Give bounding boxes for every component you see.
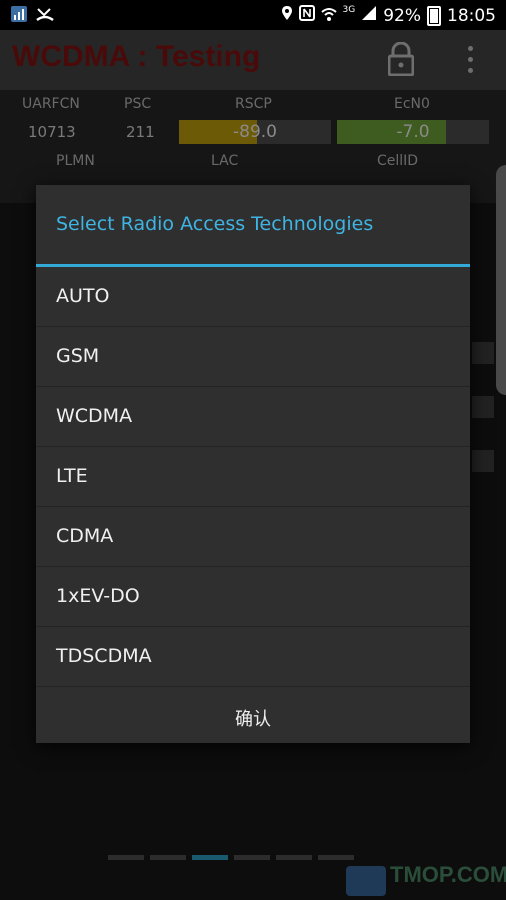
option-wcdma[interactable]: WCDMA [36,387,470,447]
option-label: GSM [56,345,100,367]
psc-value: 211 [126,123,155,141]
network-type: 3G [342,4,356,15]
side-control [472,396,494,418]
confirm-label: 确认 [235,709,271,730]
rscp-bar: -89.0 [179,120,331,144]
option-label: 1xEV-DO [56,585,140,607]
plmn-header: PLMN [56,153,95,169]
ecn0-bar: -7.0 [337,120,489,144]
rat-select-dialog: Select Radio Access Technologies AUTO GS… [36,185,470,743]
option-label: AUTO [56,285,110,307]
app-notification-icon [10,5,28,23]
option-label: TDSCDMA [56,645,152,667]
page-indicator [276,855,312,860]
uarfcn-value: 10713 [28,123,76,141]
psc-header: PSC [124,96,152,112]
rat-options-list: AUTO GSM WCDMA LTE CDMA 1xEV-DO TDSCDMA [36,267,470,687]
page-indicator [234,855,270,860]
dialog-title: Select Radio Access Technologies [56,213,374,235]
battery-percent: 92% [383,5,421,26]
page-indicator [150,855,186,860]
more-options-icon[interactable] [468,46,474,79]
location-icon [281,5,293,26]
lock-icon[interactable] [387,41,415,77]
confirm-button[interactable]: 确认 [36,687,470,743]
page-indicator [108,855,144,860]
cellid-header: CellID [377,153,419,169]
option-label: LTE [56,465,88,487]
uarfcn-header: UARFCN [22,96,80,112]
battery-icon [427,5,441,26]
watermark: TMOP.COM [390,862,506,887]
missed-call-icon [36,5,54,23]
watermark-logo-icon [346,866,386,896]
option-1xev-do[interactable]: 1xEV-DO [36,567,470,627]
option-tdscdma[interactable]: TDSCDMA [36,627,470,687]
status-bar: 3G 92% 18:05 [0,0,506,30]
rscp-value: -89.0 [233,122,277,142]
app-bar: WCDMA : Testing [0,30,506,90]
ecn0-header: EcN0 [394,96,430,112]
page-indicator-active [192,855,228,860]
option-label: CDMA [56,525,114,547]
side-control [472,342,494,364]
page-indicator [318,855,354,860]
rscp-header: RSCP [235,96,272,112]
option-cdma[interactable]: CDMA [36,507,470,567]
app-title: WCDMA : Testing [12,40,261,73]
clock: 18:05 [447,5,496,26]
option-auto[interactable]: AUTO [36,267,470,327]
wifi-icon [320,6,337,26]
option-gsm[interactable]: GSM [36,327,470,387]
edge-panel-handle[interactable] [496,165,506,395]
side-control [472,450,494,472]
nfc-icon [298,5,315,26]
ecn0-value: -7.0 [396,122,430,142]
signal-icon [361,5,377,26]
option-label: WCDMA [56,405,133,427]
lac-header: LAC [211,153,239,169]
option-lte[interactable]: LTE [36,447,470,507]
